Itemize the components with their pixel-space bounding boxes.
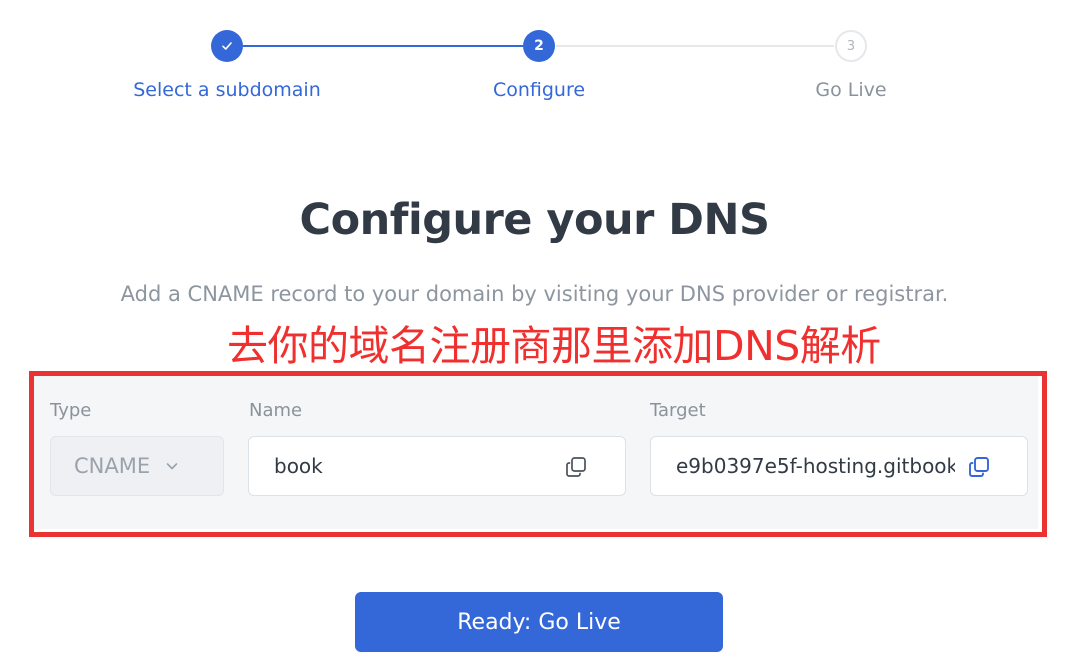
target-field[interactable]: e9b0397e5f-hosting.gitbook <box>650 436 1028 496</box>
name-label: Name <box>249 400 303 421</box>
record-type-select[interactable]: CNAME <box>50 436 224 496</box>
go-live-button[interactable]: Ready: Go Live <box>355 592 723 652</box>
step-connector-completed <box>243 45 523 47</box>
annotation-text: 去你的域名注册商那里添加DNS解析 <box>227 322 881 370</box>
type-label: Type <box>50 400 92 421</box>
record-type-value: CNAME <box>74 454 151 478</box>
target-value: e9b0397e5f-hosting.gitbook <box>676 454 955 478</box>
name-field[interactable]: book <box>248 436 626 496</box>
step-2-indicator: 2 <box>523 30 555 62</box>
step-1-label[interactable]: Select a subdomain <box>97 79 357 101</box>
step-3-label: Go Live <box>815 79 887 101</box>
check-icon <box>222 42 232 50</box>
copy-icon <box>566 457 586 477</box>
page: 2 3 Select a subdomain Configure Go Live… <box>0 0 1069 659</box>
step-3-number: 3 <box>846 38 856 54</box>
copy-target-button[interactable] <box>966 454 992 480</box>
target-label: Target <box>650 400 706 421</box>
name-value: book <box>274 454 323 478</box>
copy-name-button[interactable] <box>563 454 589 480</box>
step-3-indicator: 3 <box>835 30 867 62</box>
page-title: Configure your DNS <box>299 195 770 245</box>
copy-icon <box>969 457 989 477</box>
page-subtitle: Add a CNAME record to your domain by vis… <box>120 282 949 306</box>
stepper: 2 3 Select a subdomain Configure Go Live <box>0 0 1069 120</box>
step-2-label: Configure <box>492 79 586 101</box>
step-1-indicator[interactable] <box>211 30 243 62</box>
step-2-number: 2 <box>534 38 544 54</box>
chevron-down-icon <box>164 458 180 474</box>
step-connector-pending <box>556 45 834 47</box>
